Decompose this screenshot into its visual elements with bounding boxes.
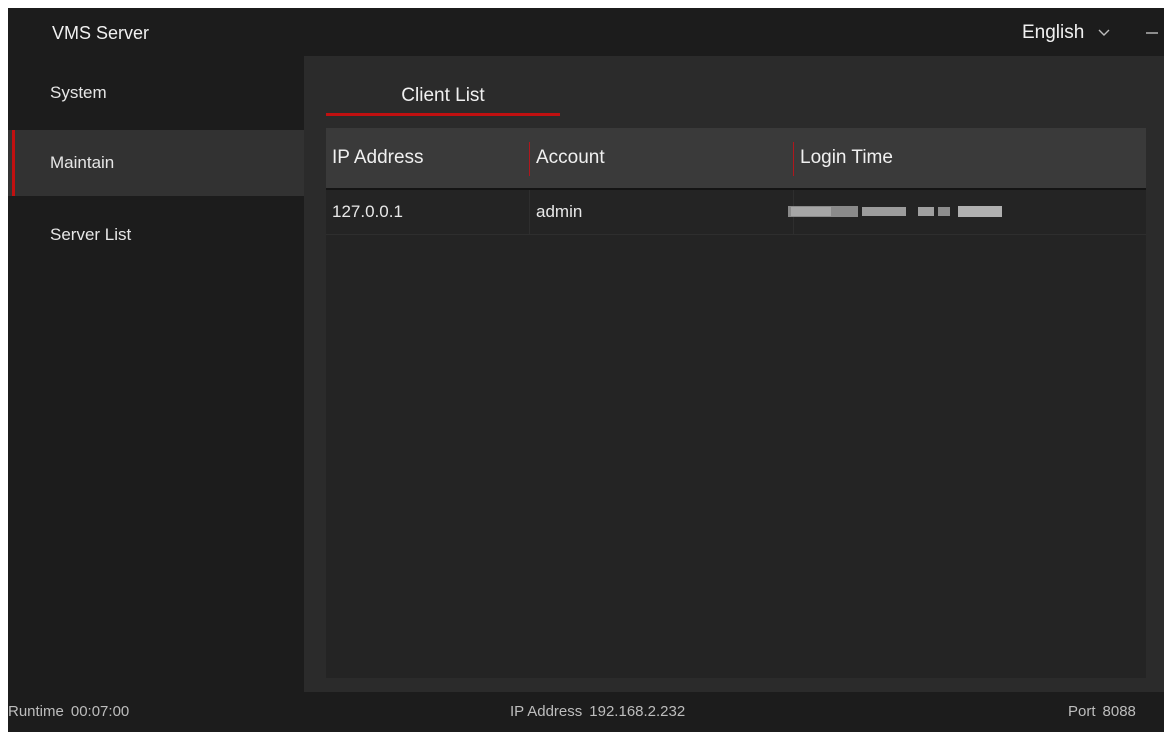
runtime-value: 00:07:00	[70, 703, 130, 720]
tab-active-indicator	[326, 113, 560, 116]
minimize-icon[interactable]	[1144, 25, 1160, 41]
column-divider[interactable]	[793, 142, 794, 176]
tab-label: Client List	[401, 85, 485, 106]
ip-address-value: 192.168.2.232	[589, 703, 686, 720]
client-table: IP Address Account Login Time 127.0.0.1 …	[326, 128, 1146, 678]
sidebar-item-label: System	[50, 83, 107, 102]
ip-address-label: IP Address	[510, 703, 583, 720]
runtime-label: Runtime	[8, 703, 64, 720]
sidebar-item-label: Server List	[50, 225, 132, 244]
column-header-account[interactable]: Account	[536, 128, 605, 188]
title-bar: VMS Server English	[8, 8, 1164, 56]
table-header: IP Address Account Login Time	[326, 128, 1146, 190]
main-panel: Client List IP Address Account Login Tim…	[304, 56, 1164, 692]
column-header-ip-address[interactable]: IP Address	[332, 128, 424, 188]
port-value: 8088	[1102, 703, 1136, 720]
sidebar-item-system[interactable]: System	[8, 60, 304, 126]
port-status: Port 8088	[1068, 703, 1136, 720]
app-title: VMS Server	[52, 23, 150, 43]
column-divider[interactable]	[529, 142, 530, 176]
port-label: Port	[1068, 703, 1096, 720]
cell-account: admin	[536, 202, 583, 221]
chevron-down-icon	[1098, 29, 1110, 36]
table-row[interactable]: 127.0.0.1 admin	[326, 190, 1146, 235]
column-header-login-time[interactable]: Login Time	[800, 128, 893, 188]
sidebar: System Maintain Server List	[8, 56, 304, 692]
cell-ip-address: 127.0.0.1	[332, 202, 403, 221]
cell-divider	[529, 190, 530, 234]
language-label: English	[1022, 22, 1085, 43]
tab-client-list[interactable]: Client List	[326, 78, 560, 116]
ip-address-status: IP Address 192.168.2.232	[510, 703, 685, 720]
language-select[interactable]: English	[1022, 21, 1110, 45]
vms-server-window: VMS Server English System Maintain Serve…	[8, 8, 1164, 732]
status-bar: Runtime 00:07:00 IP Address 192.168.2.232 …	[8, 692, 1164, 732]
sidebar-item-server-list[interactable]: Server List	[8, 202, 304, 268]
cell-login-time-redacted	[788, 206, 1002, 217]
sidebar-item-maintain[interactable]: Maintain	[8, 130, 304, 196]
sidebar-item-label: Maintain	[50, 153, 115, 172]
runtime-status: Runtime 00:07:00	[8, 703, 129, 720]
